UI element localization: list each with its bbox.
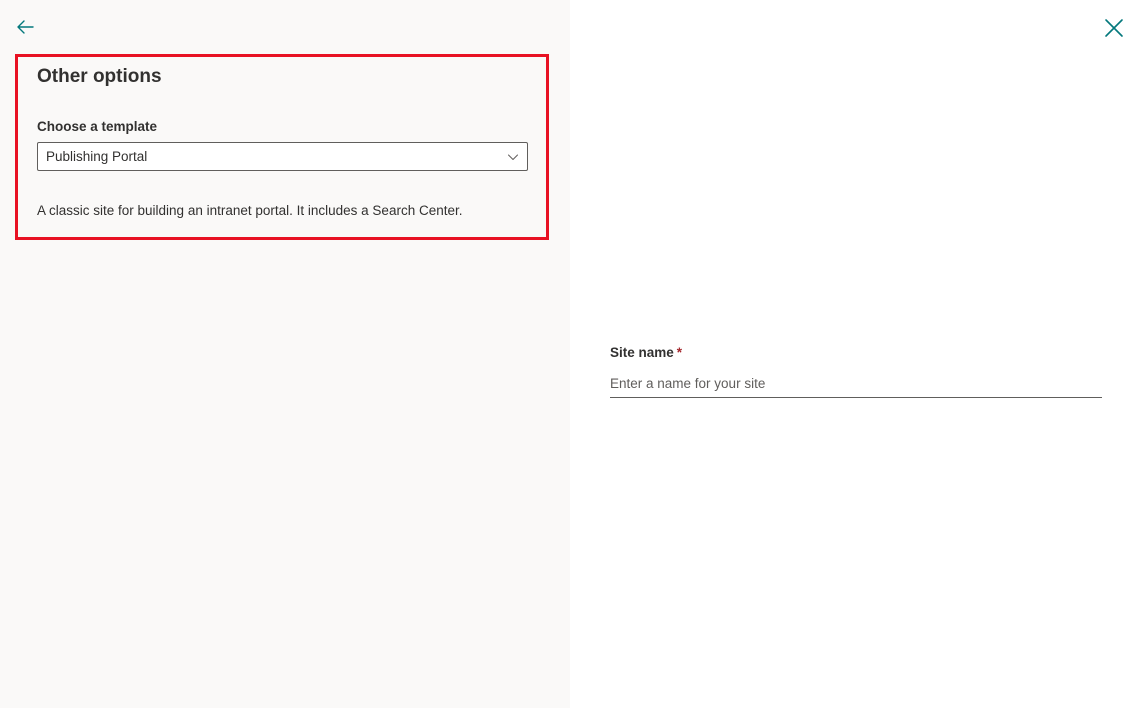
template-dropdown-value: Publishing Portal — [46, 149, 148, 164]
close-button[interactable] — [1100, 14, 1128, 42]
template-options-pane: Other options Choose a template Publishi… — [0, 0, 570, 708]
required-marker: * — [676, 345, 683, 360]
site-name-input[interactable] — [610, 370, 1102, 398]
site-name-label: Site name * — [610, 345, 682, 360]
section-title: Other options — [37, 66, 162, 87]
template-label: Choose a template — [37, 119, 158, 134]
close-icon — [1105, 19, 1123, 37]
site-creation-dialog: Other options Choose a template Publishi… — [0, 0, 1140, 708]
template-description: A classic site for building an intranet … — [37, 203, 463, 218]
back-arrow-icon — [17, 20, 34, 34]
template-dropdown[interactable]: Publishing Portal — [37, 142, 528, 171]
site-name-label-text: Site name — [610, 345, 674, 360]
chevron-down-icon — [508, 154, 518, 160]
back-button[interactable] — [12, 14, 38, 40]
